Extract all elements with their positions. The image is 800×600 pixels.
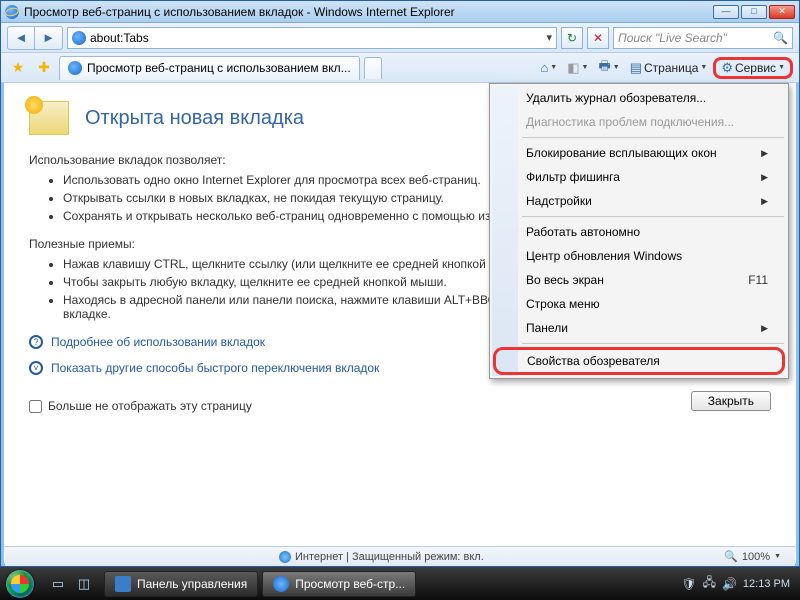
- rss-icon: ◧: [567, 60, 579, 76]
- new-tab-button[interactable]: [364, 57, 382, 79]
- nav-buttons: ◄ ►: [7, 26, 63, 50]
- tray-security-icon[interactable]: 🛡: [681, 577, 696, 591]
- security-zone: Интернет | Защищенный режим: вкл.: [271, 551, 492, 563]
- windows-orb-icon: [6, 570, 34, 598]
- task-control-panel[interactable]: Панель управления: [104, 571, 258, 597]
- home-button[interactable]: ⌂▼: [536, 57, 561, 79]
- chevron-down-icon: ˅: [29, 361, 43, 375]
- ie-icon: [5, 5, 19, 19]
- menu-separator: [522, 216, 784, 217]
- taskbar: ▭ ◫ Панель управления Просмотр веб-стр..…: [0, 567, 800, 600]
- feeds-button[interactable]: ◧▼: [563, 57, 592, 79]
- new-tab-icon: [29, 101, 69, 135]
- dont-show-checkbox[interactable]: [29, 400, 42, 413]
- menu-toolbars[interactable]: Панели▶: [492, 316, 786, 340]
- page-ie-icon: [72, 31, 86, 45]
- tab-bar: ★ ✚ Просмотр веб-страниц с использование…: [1, 53, 799, 83]
- maximize-button[interactable]: □: [741, 5, 767, 19]
- zoom-value: 100%: [742, 551, 770, 563]
- zoom-icon: 🔍: [724, 550, 738, 563]
- page-heading: Открыта новая вкладка: [85, 107, 304, 130]
- show-desktop-button[interactable]: ▭: [46, 572, 70, 596]
- add-favorite-button[interactable]: ✚: [33, 57, 55, 79]
- stop-button[interactable]: ✕: [587, 27, 609, 49]
- quick-launch: ▭ ◫: [40, 572, 102, 596]
- minimize-button[interactable]: —: [713, 5, 739, 19]
- menu-windows-update[interactable]: Центр обновления Windows: [492, 244, 786, 268]
- menu-addons[interactable]: Надстройки▶: [492, 189, 786, 213]
- menu-fullscreen[interactable]: Во весь экранF11: [492, 268, 786, 292]
- page-menu-button[interactable]: ▤Страница▼: [626, 57, 712, 79]
- titlebar: Просмотр веб-страниц с использованием вк…: [1, 1, 799, 23]
- system-tray: 🛡 🖧 🔊 12:13 PM: [677, 573, 794, 594]
- tray-clock[interactable]: 12:13 PM: [743, 578, 790, 590]
- window-buttons: — □ ✕: [713, 5, 795, 19]
- menu-internet-options[interactable]: Свойства обозревателя: [493, 347, 785, 375]
- back-button[interactable]: ◄: [7, 26, 35, 50]
- submenu-arrow-icon: ▶: [761, 196, 768, 207]
- print-icon: 🖶: [598, 57, 610, 79]
- submenu-arrow-icon: ▶: [761, 172, 768, 183]
- address-text: about:Tabs: [90, 31, 542, 45]
- menu-work-offline[interactable]: Работать автономно: [492, 220, 786, 244]
- menu-separator: [522, 137, 784, 138]
- close-window-button[interactable]: ✕: [769, 5, 795, 19]
- menu-popup-blocker[interactable]: Блокирование всплывающих окон▶: [492, 141, 786, 165]
- ie-task-icon: [273, 576, 289, 592]
- globe-icon: [279, 551, 291, 563]
- tray-volume-icon[interactable]: 🔊: [722, 577, 737, 591]
- menu-phishing-filter[interactable]: Фильтр фишинга▶: [492, 165, 786, 189]
- dont-show-row: Больше не отображать эту страницу: [29, 399, 771, 413]
- window-title: Просмотр веб-страниц с использованием вк…: [24, 5, 713, 19]
- page-icon: ▤: [630, 60, 642, 76]
- ie-window: Просмотр веб-страниц с использованием вк…: [0, 0, 800, 567]
- submenu-arrow-icon: ▶: [761, 323, 768, 334]
- close-page-button[interactable]: Закрыть: [691, 391, 771, 411]
- zoom-control[interactable]: 🔍 100% ▼: [716, 550, 789, 563]
- start-button[interactable]: [0, 567, 40, 600]
- address-dropdown-icon[interactable]: ▾: [546, 31, 552, 44]
- task-ie[interactable]: Просмотр веб-стр...: [262, 571, 416, 597]
- search-icon[interactable]: 🔍: [773, 31, 788, 45]
- print-button[interactable]: 🖶▼: [594, 57, 623, 79]
- tools-menu-button[interactable]: ⚙Сервис▼: [713, 57, 793, 79]
- menu-diagnose-connection: Диагностика проблем подключения...: [492, 110, 786, 134]
- tools-dropdown-menu: Удалить журнал обозревателя... Диагности…: [489, 83, 789, 379]
- favorites-button[interactable]: ★: [7, 57, 29, 79]
- menu-delete-history[interactable]: Удалить журнал обозревателя...: [492, 86, 786, 110]
- home-icon: ⌂: [540, 60, 548, 75]
- dont-show-label: Больше не отображать эту страницу: [48, 399, 252, 413]
- command-bar: ⌂▼ ◧▼ 🖶▼ ▤Страница▼ ⚙Сервис▼: [536, 57, 793, 79]
- nav-row: ◄ ► about:Tabs ▾ ↻ ✕ Поиск "Live Search"…: [1, 23, 799, 53]
- menu-separator: [522, 343, 784, 344]
- active-tab[interactable]: Просмотр веб-страниц с использованием вк…: [59, 56, 360, 80]
- address-bar[interactable]: about:Tabs ▾: [67, 27, 557, 49]
- tray-network-icon[interactable]: 🖧: [703, 573, 716, 594]
- tab-ie-icon: [68, 61, 82, 75]
- search-box[interactable]: Поиск "Live Search" 🔍: [613, 27, 793, 49]
- submenu-arrow-icon: ▶: [761, 148, 768, 159]
- status-bar: Интернет | Защищенный режим: вкл. 🔍 100%…: [5, 546, 795, 566]
- switch-windows-button[interactable]: ◫: [72, 572, 96, 596]
- tab-label: Просмотр веб-страниц с использованием вк…: [87, 61, 351, 75]
- help-icon: ?: [29, 335, 43, 349]
- refresh-button[interactable]: ↻: [561, 27, 583, 49]
- forward-button[interactable]: ►: [35, 26, 63, 50]
- search-placeholder: Поиск "Live Search": [618, 31, 727, 45]
- gear-icon: ⚙: [721, 60, 733, 76]
- control-panel-icon: [115, 576, 131, 592]
- menu-menubar[interactable]: Строка меню: [492, 292, 786, 316]
